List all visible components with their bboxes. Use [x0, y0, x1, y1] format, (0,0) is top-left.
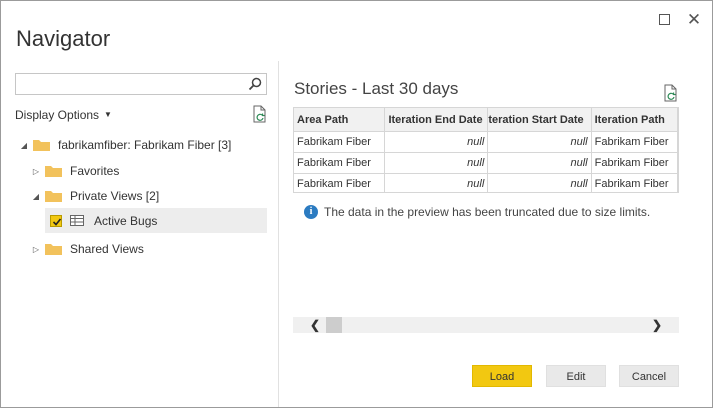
column-header[interactable]: Iteration End Date: [384, 108, 489, 132]
pane-divider[interactable]: [278, 61, 279, 407]
info-icon: i: [304, 205, 318, 219]
collapsed-arrow-icon[interactable]: ▷: [31, 245, 41, 254]
collapsed-arrow-icon[interactable]: ▷: [31, 167, 41, 176]
tree-item-label: Shared Views: [70, 242, 144, 256]
expanded-arrow-icon[interactable]: ◢: [31, 192, 41, 201]
close-button[interactable]: ✕: [684, 10, 704, 30]
checkmark-icon: [52, 217, 62, 226]
edit-button[interactable]: Edit: [546, 365, 606, 387]
scroll-left-icon[interactable]: ❮: [307, 317, 323, 333]
table-cell: null: [384, 152, 489, 174]
folder-icon: [45, 166, 62, 177]
maximize-icon: [658, 14, 670, 25]
active-bugs-checkbox[interactable]: [50, 214, 62, 227]
folder-icon: [33, 140, 50, 151]
tree-item-favorites[interactable]: ▷ Favorites: [31, 159, 119, 183]
display-options-label: Display Options: [15, 108, 100, 122]
tree-item-label: Favorites: [70, 164, 120, 178]
search-icon[interactable]: [247, 76, 263, 92]
table-cell: null: [384, 173, 489, 192]
table-cell: null: [384, 131, 489, 153]
refresh-icon[interactable]: [252, 105, 268, 123]
table-cell: Fabrikam Fiber: [294, 152, 386, 174]
load-button[interactable]: Load: [472, 365, 532, 387]
tree-item-active-bugs[interactable]: Active Bugs: [45, 208, 267, 233]
tree-item-label: fabrikamfiber: Fabrikam Fiber [3]: [58, 138, 232, 152]
truncation-notice-text: The data in the preview has been truncat…: [324, 205, 651, 219]
table-icon: [70, 215, 84, 226]
table-header-row: Area Path Iteration End Date Iteration S…: [294, 108, 678, 132]
truncation-notice: i The data in the preview has been trunc…: [304, 205, 650, 219]
preview-title: Stories - Last 30 days: [294, 79, 459, 98]
table-cell: null: [487, 152, 592, 174]
table-cell: Fabrikam Fiber: [294, 131, 386, 153]
folder-icon: [45, 191, 62, 202]
preview-table: Area Path Iteration End Date Iteration S…: [293, 107, 679, 193]
table-row: Fabrikam Fiber null null Fabrikam Fiber: [294, 173, 678, 192]
refresh-icon[interactable]: [663, 84, 679, 102]
column-header[interactable]: Area Path: [294, 108, 386, 132]
close-icon: ✕: [686, 10, 702, 29]
chevron-down-icon: ▼: [104, 110, 112, 119]
tree-item-shared-views[interactable]: ▷ Shared Views: [31, 237, 144, 261]
table-row: Fabrikam Fiber null null Fabrikam Fiber: [294, 152, 678, 174]
column-header[interactable]: Iteration Start Date: [487, 108, 592, 132]
table-cell: Fabrikam Fiber: [591, 131, 678, 153]
tree-item-root[interactable]: ◢ fabrikamfiber: Fabrikam Fiber [3]: [19, 133, 231, 157]
tree-item-label: Private Views [2]: [70, 189, 160, 203]
table-cell: Fabrikam Fiber: [591, 152, 678, 174]
tree-item-private-views[interactable]: ◢ Private Views [2]: [31, 184, 159, 208]
expanded-arrow-icon[interactable]: ◢: [19, 141, 29, 150]
maximize-button[interactable]: [654, 10, 674, 30]
scrollbar-thumb[interactable]: [326, 317, 342, 333]
table-cell: Fabrikam Fiber: [294, 173, 386, 192]
table-cell: null: [487, 131, 592, 153]
column-header[interactable]: Iteration Path: [591, 108, 678, 132]
navigator-dialog: Navigator ✕ Display Options ▼ ◢ fabrikamf…: [0, 0, 713, 408]
table-cell: null: [487, 173, 592, 192]
search-input[interactable]: [15, 73, 267, 95]
cancel-button[interactable]: Cancel: [619, 365, 679, 387]
dialog-title: Navigator: [16, 26, 111, 51]
table-cell: Fabrikam Fiber: [591, 173, 678, 192]
scroll-right-icon[interactable]: ❯: [649, 317, 665, 333]
tree-item-label: Active Bugs: [94, 213, 158, 228]
folder-icon: [45, 244, 62, 255]
display-options-dropdown[interactable]: Display Options ▼: [15, 108, 112, 122]
horizontal-scrollbar[interactable]: ❮ ❯: [293, 317, 679, 333]
table-row: Fabrikam Fiber null null Fabrikam Fiber: [294, 131, 678, 153]
